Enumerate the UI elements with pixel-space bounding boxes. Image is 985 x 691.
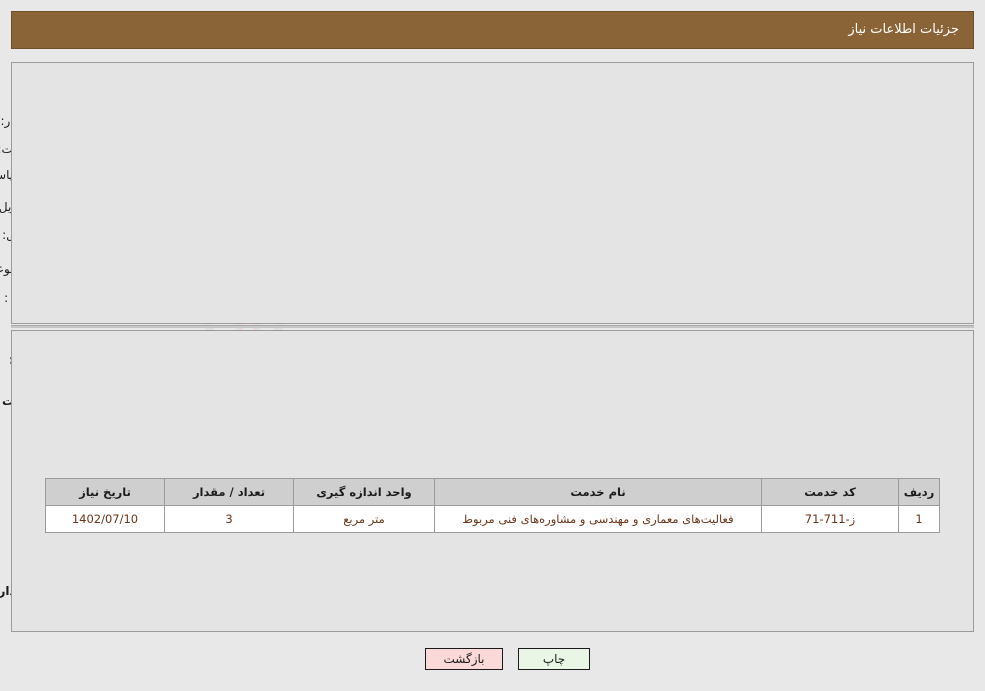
cell-date: 1402/07/10: [45, 505, 165, 533]
table-header-radif: ردیف: [898, 478, 940, 506]
table-row: 1 ز-711-71 فعالیت‌های معماری و مهندسی و …: [45, 505, 940, 533]
panel-divider: [11, 325, 974, 328]
page-title: جزئیات اطلاعات نیاز: [848, 22, 959, 37]
back-button[interactable]: بازگشت: [425, 648, 503, 670]
summary-panel: [11, 62, 974, 324]
table-header-date: تاریخ نیاز: [45, 478, 165, 506]
table-header-code: کد خدمت: [761, 478, 899, 506]
cell-code: ز-711-71: [761, 505, 899, 533]
table-header-name: نام خدمت: [434, 478, 762, 506]
services-table: ردیف کد خدمت نام خدمت واحد اندازه گیری ت…: [45, 478, 940, 533]
table-header-unit: واحد اندازه گیری: [293, 478, 435, 506]
table-header-row: ردیف کد خدمت نام خدمت واحد اندازه گیری ت…: [45, 478, 940, 506]
table-header-qty: تعداد / مقدار: [164, 478, 294, 506]
page-root: AnaTender.net جزئیات اطلاعات نیاز شماره …: [0, 0, 985, 691]
print-button[interactable]: چاپ: [518, 648, 590, 670]
window-title-bar: جزئیات اطلاعات نیاز: [11, 11, 974, 49]
cell-unit: متر مربع: [293, 505, 435, 533]
cell-radif: 1: [898, 505, 940, 533]
cell-name: فعالیت‌های معماری و مهندسی و مشاوره‌های …: [434, 505, 762, 533]
cell-qty: 3: [164, 505, 294, 533]
